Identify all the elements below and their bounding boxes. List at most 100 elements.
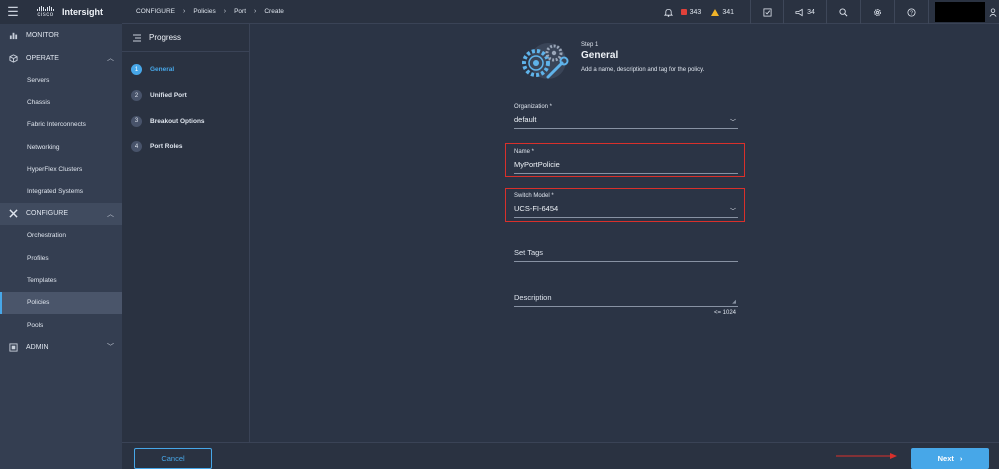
chevron-down-icon: ﹀ bbox=[729, 209, 736, 215]
help-icon[interactable]: ? bbox=[895, 7, 928, 17]
field-underline bbox=[514, 128, 738, 129]
user-icon[interactable] bbox=[987, 7, 999, 17]
step-unified-port[interactable]: 2 Unified Port bbox=[122, 83, 249, 109]
progress-title: Progress bbox=[149, 33, 182, 42]
nav-group-label: MONITOR bbox=[26, 32, 59, 39]
field-label: Name * bbox=[514, 149, 535, 155]
field-label: Switch Model * bbox=[514, 193, 554, 199]
nav-item-pools[interactable]: Pools bbox=[0, 314, 122, 336]
breadcrumb-port[interactable]: Port bbox=[234, 8, 246, 15]
nav-item-servers[interactable]: Servers bbox=[0, 69, 122, 91]
nav-group-admin[interactable]: ADMIN ﹀ bbox=[0, 336, 122, 358]
breadcrumb-create: Create bbox=[264, 8, 284, 15]
step-label: Breakout Options bbox=[150, 117, 205, 125]
step-label: Unified Port bbox=[150, 92, 187, 100]
step-header: Step 1 General Add a name, description a… bbox=[514, 39, 774, 89]
nav-item-policies[interactable]: Policies bbox=[0, 291, 122, 314]
progress-panel: Progress 1 General 2 Unified Port 3 Brea… bbox=[122, 24, 250, 469]
next-button[interactable]: Next › bbox=[911, 448, 989, 469]
warning-alarm-count: 341 bbox=[722, 8, 734, 16]
top-actions: 343 341 34 ? bbox=[657, 0, 999, 24]
chevron-down-icon: ﹀ bbox=[729, 120, 736, 126]
nav-item-fabric-interconnects[interactable]: Fabric Interconnects bbox=[0, 114, 122, 136]
breadcrumb-policies[interactable]: Policies bbox=[193, 8, 215, 15]
red-arrow-annotation-icon bbox=[836, 453, 897, 459]
breadcrumb: CONFIGURE › Policies › Port › Create bbox=[136, 8, 284, 15]
cisco-logo: cisco bbox=[37, 6, 54, 18]
tasks-icon[interactable] bbox=[751, 7, 783, 17]
nav-group-label: CONFIGURE bbox=[26, 210, 68, 218]
resize-handle-icon[interactable]: ◢ bbox=[732, 299, 736, 305]
chevron-up-icon[interactable]: ︿ bbox=[107, 209, 114, 219]
gear-icon[interactable] bbox=[861, 8, 894, 17]
divider bbox=[928, 0, 929, 24]
progress-header: Progress bbox=[122, 24, 249, 52]
switch-model-select[interactable]: Switch Model * UCS-FI-6454 ﹀ bbox=[514, 193, 738, 218]
step-number-label: Step 1 bbox=[581, 42, 599, 48]
nav-item-orchestration[interactable]: Orchestration bbox=[0, 225, 122, 247]
field-label: Description bbox=[514, 293, 552, 302]
step-port-roles[interactable]: 4 Port Roles bbox=[122, 134, 249, 160]
chevron-right-icon: › bbox=[223, 8, 227, 15]
description-char-limit: <= 1024 bbox=[714, 310, 737, 316]
breadcrumb-configure[interactable]: CONFIGURE bbox=[136, 8, 175, 15]
announcement-count: 34 bbox=[807, 8, 815, 16]
step-number: 3 bbox=[131, 115, 142, 127]
hamburger-menu-icon[interactable]: ☰ bbox=[0, 4, 26, 20]
wrench-screwdriver-icon bbox=[0, 209, 26, 218]
field-label: Organization * bbox=[514, 104, 553, 110]
nav-item-chassis[interactable]: Chassis bbox=[0, 91, 122, 113]
step-number: 1 bbox=[131, 64, 142, 76]
nav-item-profiles[interactable]: Profiles bbox=[0, 247, 122, 269]
cisco-wordmark: cisco bbox=[37, 12, 54, 18]
step-description: Add a name, description and tag for the … bbox=[581, 67, 705, 73]
nav-item-networking[interactable]: Networking bbox=[0, 136, 122, 158]
step-breakout-options[interactable]: 3 Breakout Options bbox=[122, 108, 249, 134]
monitor-icon bbox=[0, 31, 26, 40]
warning-alarm-icon bbox=[711, 8, 720, 16]
nav-group-operate[interactable]: OPERATE ︿ bbox=[0, 47, 122, 69]
critical-alarm-count: 343 bbox=[689, 8, 702, 16]
field-value: UCS-FI-6454 bbox=[514, 204, 559, 213]
critical-alarm-icon bbox=[680, 9, 687, 15]
bell-icon[interactable] bbox=[657, 8, 681, 17]
chevron-down-icon[interactable]: ﹀ bbox=[107, 342, 114, 352]
user-account-box[interactable] bbox=[935, 2, 985, 22]
step-number: 4 bbox=[131, 141, 142, 153]
chevron-right-icon: › bbox=[183, 8, 186, 15]
nav-item-hyperflex-clusters[interactable]: HyperFlex Clusters bbox=[0, 158, 122, 180]
field-label: Set Tags bbox=[514, 248, 544, 257]
description-field[interactable]: Description ◢ bbox=[514, 293, 738, 307]
brand-bar: ☰ cisco Intersight bbox=[0, 0, 122, 24]
search-icon[interactable] bbox=[827, 7, 860, 17]
nav-group-label: ADMIN bbox=[26, 343, 49, 351]
nav-group-monitor[interactable]: MONITOR bbox=[0, 24, 122, 47]
warning-alarms[interactable]: 341 bbox=[711, 8, 734, 16]
svg-text:?: ? bbox=[910, 10, 913, 16]
nav-item-integrated-systems[interactable]: Integrated Systems bbox=[0, 180, 122, 202]
admin-icon bbox=[0, 343, 26, 352]
step-label: Port Roles bbox=[150, 143, 183, 151]
collapse-list-icon[interactable] bbox=[133, 34, 141, 42]
nav-item-templates[interactable]: Templates bbox=[0, 269, 122, 291]
field-value: default bbox=[514, 115, 537, 124]
cancel-button[interactable]: Cancel bbox=[134, 448, 212, 469]
chevron-right-icon: › bbox=[959, 454, 963, 463]
gears-wrench-illustration-icon bbox=[522, 43, 569, 79]
field-underline bbox=[514, 261, 738, 262]
step-number: 2 bbox=[131, 90, 142, 102]
nav-group-label: OPERATE bbox=[26, 54, 59, 62]
announcements[interactable]: 34 bbox=[784, 8, 826, 17]
nav-group-configure[interactable]: CONFIGURE ︿ bbox=[0, 202, 122, 225]
organization-select[interactable]: Organization * default ﹀ bbox=[514, 104, 738, 129]
chevron-up-icon[interactable]: ︿ bbox=[107, 53, 114, 63]
field-underline bbox=[514, 173, 738, 174]
set-tags-field[interactable]: Set Tags bbox=[514, 248, 738, 262]
product-name: Intersight bbox=[62, 7, 104, 17]
name-field[interactable]: Name * MyPortPolicie bbox=[514, 149, 738, 174]
megaphone-icon bbox=[795, 8, 803, 16]
step-general[interactable]: 1 General bbox=[122, 57, 249, 83]
critical-alarms[interactable]: 343 bbox=[680, 8, 702, 16]
field-value: MyPortPolicie bbox=[514, 160, 560, 169]
step-title: General bbox=[581, 50, 619, 61]
